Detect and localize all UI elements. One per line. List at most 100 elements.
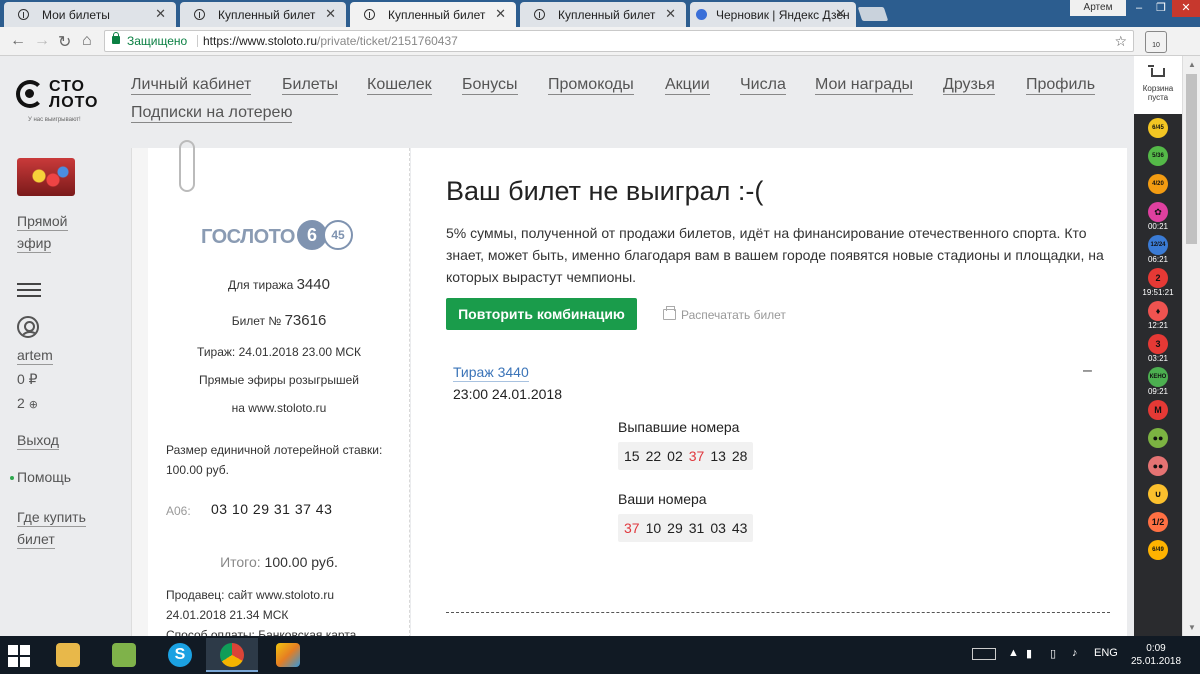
tab-title: Мои билеты [42, 8, 110, 22]
help-link[interactable]: Помощь [17, 468, 71, 486]
nav-promotions[interactable]: Акции [665, 76, 710, 95]
taskbar-chrome[interactable] [206, 638, 258, 672]
stoloto-icon [18, 9, 29, 20]
lottery-shortcut[interactable]: ✿ 00:21 [1134, 202, 1182, 232]
lottery-shortcut[interactable]: 3 03:21 [1134, 334, 1182, 364]
tab-my-tickets[interactable]: Мои билеты ✕ [4, 2, 176, 27]
lottery-shortcut[interactable]: 4/20 [1134, 174, 1182, 194]
home-icon[interactable]: ⌂ [82, 32, 92, 50]
lottery-shortcut[interactable]: 6/49 [1134, 540, 1182, 560]
scroll-up-icon[interactable]: ▲ [1188, 60, 1196, 69]
combo-numbers: 03 10 29 31 37 43 [211, 501, 333, 517]
nav-tickets[interactable]: Билеты [282, 76, 338, 95]
lottery-shortcut[interactable]: 1/2 [1134, 512, 1182, 532]
your-number-match: 37 [624, 520, 640, 536]
tab-bought-ticket-3[interactable]: Купленный билет ✕ [520, 2, 686, 27]
nav-numbers[interactable]: Числа [740, 76, 786, 95]
windows-start-icon[interactable] [8, 645, 30, 667]
repeat-combination-button[interactable]: Повторить комбинацию [446, 298, 637, 330]
scroll-down-icon[interactable]: ▼ [1188, 623, 1196, 632]
scrollbar[interactable]: ▲ ▼ [1182, 56, 1200, 636]
broadcast-line-1: Прямые эфиры розыгрышей [199, 373, 359, 387]
system-clock[interactable]: 0:09 25.01.2018 [1128, 642, 1184, 668]
nav-awards[interactable]: Мои награды [815, 76, 913, 95]
close-icon[interactable]: ✕ [835, 6, 846, 22]
live-link-2[interactable]: эфир [17, 234, 52, 253]
close-icon[interactable]: ✕ [495, 6, 506, 22]
nav-profile[interactable]: Профиль [1026, 76, 1096, 95]
where-buy-link-1[interactable]: Где купить [17, 508, 86, 527]
volume-icon[interactable]: ♪ [1072, 647, 1078, 659]
lottery-shortcut[interactable]: ∪ [1134, 484, 1182, 504]
lottery-shortcut[interactable]: 5/36 [1134, 146, 1182, 166]
nav-subscriptions[interactable]: Подписки на лотерею [131, 104, 293, 123]
lottery-badge-icon: 5/36 [1148, 146, 1168, 166]
lottery-shortcut[interactable]: М [1134, 400, 1182, 420]
forward-icon[interactable]: → [34, 32, 50, 50]
ticket-number: 73616 [284, 312, 327, 329]
close-icon[interactable]: ✕ [665, 6, 676, 22]
close-icon[interactable]: ✕ [325, 6, 336, 22]
reload-icon[interactable]: ↻ [58, 32, 71, 52]
lottery-badge-icon: М [1148, 400, 1168, 420]
language-indicator[interactable]: ENG [1094, 647, 1118, 659]
bonus-ball-icon: ⊕ [28, 399, 38, 411]
tab-yandex-zen[interactable]: Черновик | Яндекс Дзен ✕ [690, 2, 856, 27]
lottery-shortcut[interactable]: 6/45 [1134, 118, 1182, 138]
lottery-shortcut[interactable]: ♦ 12:21 [1134, 301, 1182, 331]
live-stream-thumbnail[interactable] [17, 158, 75, 196]
keyboard-icon[interactable] [972, 648, 996, 660]
taskbar-paint[interactable] [262, 638, 314, 672]
window-close-icon[interactable]: ✕ [1172, 0, 1200, 17]
draw-link[interactable]: Тираж 3440 [453, 364, 529, 382]
lottery-badge-icon: ♦ [1148, 301, 1168, 321]
logo-mark-icon [16, 80, 44, 108]
nav-promocodes[interactable]: Промокоды [548, 76, 634, 95]
collapse-toggle[interactable]: – [1083, 362, 1092, 380]
logout-link[interactable]: Выход [17, 431, 59, 450]
bookmark-star-icon[interactable]: ☆ [1114, 31, 1127, 51]
back-icon[interactable]: ← [10, 32, 26, 50]
cart-widget[interactable]: Корзина пуста [1134, 56, 1182, 114]
username-link[interactable]: artem [17, 346, 53, 365]
restore-icon[interactable]: ❐ [1150, 0, 1172, 17]
network-icon[interactable]: ▮ [1026, 647, 1032, 660]
bonus-count[interactable]: 2 ⊕ [17, 394, 38, 414]
lottery-shortcut[interactable]: ●● [1134, 456, 1182, 476]
close-icon[interactable]: ✕ [155, 6, 166, 22]
tab-bought-ticket-active[interactable]: Купленный билет ✕ [350, 2, 516, 27]
minimize-icon[interactable]: ‒ [1128, 0, 1150, 17]
wallet-balance[interactable]: 0 ₽ [17, 370, 38, 388]
tray-expand-icon[interactable]: ▲ [1008, 647, 1019, 659]
nav-friends[interactable]: Друзья [943, 76, 995, 95]
profile-name[interactable]: Артем [1070, 0, 1126, 16]
stoloto-logo[interactable]: СТО ЛОТО У нас выигрывают! [16, 76, 106, 126]
scroll-thumb[interactable] [1186, 74, 1197, 244]
bonus-value: 2 [17, 395, 25, 411]
nav-bonuses[interactable]: Бонусы [462, 76, 518, 95]
nav-account[interactable]: Личный кабинет [131, 76, 252, 95]
taskbar-notepad[interactable] [98, 638, 150, 672]
seller: Продавец: сайт www.stoloto.ru [166, 588, 335, 602]
user-icon[interactable] [17, 316, 39, 338]
url-bar[interactable]: Защищено https://www.stoloto.ru/private/… [104, 30, 1134, 52]
lottery-shortcut[interactable]: КЕНО 09:21 [1134, 367, 1182, 397]
lottery-shortcut[interactable]: 2 19:51:21 [1134, 268, 1182, 298]
taskbar-explorer[interactable] [42, 638, 94, 672]
lottery-shortcut[interactable]: 12/24 06:21 [1134, 235, 1182, 265]
where-buy-link-2[interactable]: билет [17, 530, 55, 549]
taskbar-skype[interactable]: S [154, 638, 206, 672]
tab-bought-ticket-1[interactable]: Купленный билет ✕ [180, 2, 346, 27]
menu-icon[interactable] [17, 283, 41, 297]
live-link-1[interactable]: Прямой [17, 212, 68, 231]
skype-icon: S [168, 643, 192, 667]
url-host: https://www.stoloto.ru [203, 34, 318, 48]
new-tab-button[interactable] [857, 7, 889, 21]
battery-icon[interactable]: ▯ [1050, 647, 1056, 660]
sale-datetime: 24.01.2018 21.34 МСК [166, 608, 289, 622]
seller-info: Продавец: сайт www.stoloto.ru 24.01.2018… [166, 585, 356, 636]
lottery-shortcut[interactable]: ●● [1134, 428, 1182, 448]
lottery-badge-icon: ∪ [1148, 484, 1168, 504]
extension-icon[interactable]: 10 [1145, 31, 1167, 53]
nav-wallet[interactable]: Кошелек [367, 76, 432, 95]
